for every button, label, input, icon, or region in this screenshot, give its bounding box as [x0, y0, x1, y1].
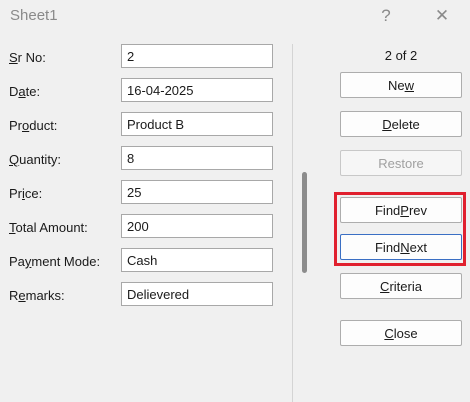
restore-button[interactable]: Restore: [340, 150, 462, 176]
close-button[interactable]: Close: [340, 320, 462, 346]
record-counter: 2 of 2: [384, 48, 418, 63]
price-field[interactable]: [121, 180, 273, 204]
new-button[interactable]: Ne w: [340, 72, 462, 98]
quantity-field[interactable]: [121, 146, 273, 170]
total-amount-label: Total Amount:: [9, 220, 88, 235]
criteria-button[interactable]: Criteria: [340, 273, 462, 299]
highlight-box: [334, 192, 466, 266]
window-title: Sheet1: [10, 7, 58, 24]
sr-no-label: Sr No:: [9, 50, 46, 65]
payment-mode-label: Payment Mode:: [9, 254, 101, 269]
close-window-button[interactable]: ✕: [428, 4, 456, 28]
product-field[interactable]: [121, 112, 273, 136]
product-label: Product:: [9, 118, 58, 133]
total-amount-field[interactable]: [121, 214, 273, 238]
sr-no-field[interactable]: [121, 44, 273, 68]
date-label: Date:: [9, 84, 41, 99]
price-label: Price:: [9, 186, 43, 201]
title-bar: Sheet1 ? ✕: [0, 0, 470, 34]
help-icon: ?: [381, 6, 391, 25]
help-button[interactable]: ?: [372, 4, 400, 28]
remarks-field[interactable]: [121, 282, 273, 306]
record-scrollbar-thumb[interactable]: [302, 172, 307, 273]
remarks-label: Remarks:: [9, 288, 65, 303]
panel-divider: [292, 44, 293, 402]
close-icon: ✕: [434, 6, 450, 25]
payment-mode-field[interactable]: [121, 248, 273, 272]
quantity-label: Quantity:: [9, 152, 62, 167]
date-field[interactable]: [121, 78, 273, 102]
delete-button[interactable]: Delete: [340, 111, 462, 137]
